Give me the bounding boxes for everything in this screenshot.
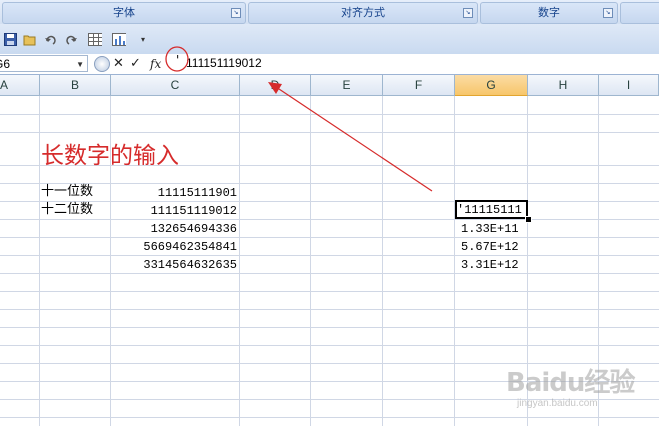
column-header-b[interactable]: B (40, 75, 111, 96)
column-header-a[interactable]: A (0, 78, 8, 92)
cancel-icon[interactable]: ✕ (113, 56, 124, 72)
ribbon-group-number[interactable]: 数字 ↘ (480, 2, 618, 24)
cell-c5[interactable]: 111151119012 (151, 203, 237, 219)
ribbon-group-font[interactable]: 字体 ↘ (2, 2, 246, 24)
apostrophe-annotation: ' (176, 53, 180, 67)
insert-function-button[interactable]: fx (150, 56, 161, 72)
ribbon-group-next[interactable] (620, 2, 659, 24)
baidu-watermark-url: jingyan.baidu.com (517, 398, 598, 409)
redo-icon[interactable] (64, 32, 78, 46)
column-header-d[interactable]: D (240, 75, 311, 96)
cell-b5[interactable]: 十二位数 (41, 202, 93, 218)
baidu-watermark-logo: Baidu经验 (506, 368, 635, 398)
name-box[interactable]: G6 ▼ (0, 55, 88, 72)
table-icon[interactable] (88, 32, 102, 46)
cell-c7[interactable]: 5669462354841 (143, 239, 237, 255)
chevron-down-icon[interactable]: ▼ (76, 56, 84, 73)
quick-access-toolbar: ▾ (0, 24, 659, 55)
column-header-i[interactable]: I (599, 75, 659, 96)
cell-g5[interactable]: '11115111 (457, 202, 522, 218)
formula-bar: G6 ▼ ✕ ✓ fx ' 111151119012 (0, 53, 659, 75)
ribbon-group-number-label: 数字 (538, 6, 560, 19)
dialog-launcher-icon[interactable]: ↘ (231, 8, 241, 18)
undo-icon[interactable] (44, 32, 58, 46)
column-header-e[interactable]: E (311, 75, 383, 96)
corner-select-all[interactable]: A (0, 75, 40, 96)
cell-b4[interactable]: 十一位数 (41, 184, 93, 200)
cell-c8[interactable]: 3314564632635 (143, 257, 237, 273)
sheet-title: 长数字的输入 (41, 143, 179, 169)
column-header-f[interactable]: F (383, 75, 455, 96)
ribbon-group-font-label: 字体 (113, 6, 135, 19)
cell-g7[interactable]: 5.67E+12 (461, 239, 519, 255)
fill-handle[interactable] (525, 216, 532, 223)
cell-g6[interactable]: 1.33E+11 (461, 221, 519, 237)
formula-bar-divider-icon (94, 56, 110, 72)
save-icon[interactable] (3, 32, 17, 46)
open-icon[interactable] (23, 32, 37, 46)
dialog-launcher-icon[interactable]: ↘ (463, 8, 473, 18)
ribbon-group-alignment-label: 对齐方式 (341, 6, 385, 19)
cell-g8[interactable]: 3.31E+12 (461, 257, 519, 273)
annotation-arrow-line (275, 86, 433, 192)
column-header-c[interactable]: C (111, 75, 240, 96)
column-header-h[interactable]: H (528, 75, 599, 96)
ribbon-bar: 字体 ↘ 对齐方式 ↘ 数字 ↘ (0, 0, 659, 25)
name-box-value: G6 (0, 57, 11, 71)
formula-input[interactable]: 111151119012 (182, 55, 659, 72)
ribbon-group-alignment[interactable]: 对齐方式 ↘ (248, 2, 478, 24)
customize-dropdown-icon[interactable]: ▾ (136, 32, 150, 46)
dialog-launcher-icon[interactable]: ↘ (603, 8, 613, 18)
chart-icon[interactable] (112, 32, 126, 46)
column-header-g[interactable]: G (455, 75, 528, 96)
cell-c4[interactable]: 11115111901 (158, 185, 237, 201)
cell-c6[interactable]: 132654694336 (151, 221, 237, 237)
enter-icon[interactable]: ✓ (130, 56, 141, 72)
